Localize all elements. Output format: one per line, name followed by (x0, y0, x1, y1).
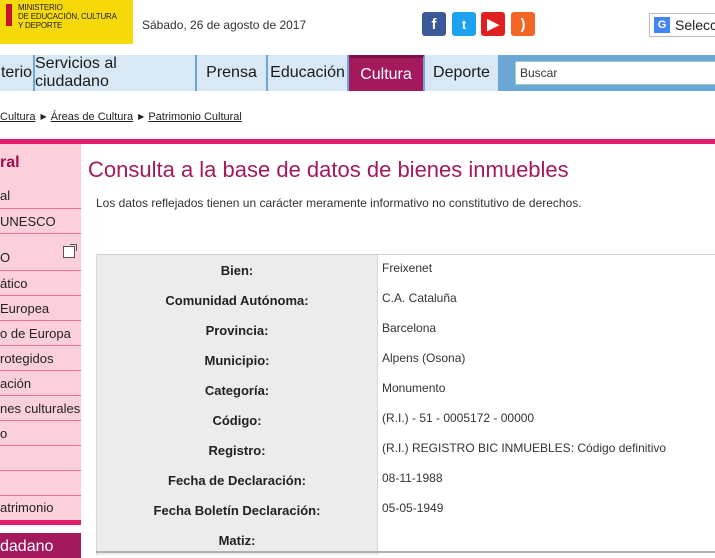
section-divider (0, 139, 715, 144)
table-row: Código: (R.I.) - 51 - 0005172 - 00000 (96, 405, 715, 435)
page-title: Consulta a la base de datos de bienes in… (88, 157, 569, 182)
rss-icon[interactable]: ) (511, 12, 535, 36)
row-label: Provincia: (96, 315, 377, 345)
sidebar-item[interactable]: nes culturales (0, 396, 81, 421)
facebook-icon[interactable]: f (422, 12, 446, 36)
row-value: Barcelona (377, 315, 715, 345)
twitter-icon[interactable]: t (452, 12, 476, 36)
nav-item-deporte[interactable]: Deporte (425, 55, 499, 91)
table-row: Categoría: Monumento (96, 375, 715, 405)
breadcrumb-cultura[interactable]: Cultura (0, 111, 35, 123)
translate-label: Selecc (675, 17, 715, 33)
external-link-icon (63, 244, 77, 258)
sidebar-item[interactable]: ación (0, 371, 81, 396)
logo-flag-stripe (6, 4, 12, 26)
sidebar-item[interactable]: rotegidos (0, 346, 81, 371)
row-label: Municipio: (96, 345, 377, 375)
sidebar-item[interactable]: o (0, 421, 81, 446)
table-row: Provincia: Barcelona (96, 315, 715, 345)
table-row: Fecha de Declaración: 08-11-1988 (96, 465, 715, 495)
table-row: Municipio: Alpens (Osona) (96, 345, 715, 375)
sidebar-divider (0, 520, 81, 525)
youtube-icon[interactable]: ▶ (481, 12, 505, 36)
breadcrumb-areas[interactable]: Áreas de Cultura (51, 111, 134, 123)
row-label: Fecha Boletín Declaración: (96, 495, 377, 525)
sidebar-item[interactable]: al (0, 183, 81, 209)
row-label: Fecha de Declaración: (96, 465, 377, 495)
row-label: Comunidad Autónoma: (96, 285, 377, 315)
table-row: Registro: (R.I.) REGISTRO BIC INMUEBLES:… (96, 435, 715, 465)
sidebar-item[interactable]: Europea (0, 296, 81, 321)
row-label: Categoría: (96, 375, 377, 405)
row-label: Registro: (96, 435, 377, 465)
sidebar-title: ral (0, 154, 20, 171)
google-translate-icon: G (654, 17, 670, 33)
table-row: Comunidad Autónoma: C.A. Cataluña (96, 285, 715, 315)
row-value: 08-11-1988 (377, 465, 715, 495)
nav-item-prensa[interactable]: Prensa (197, 55, 267, 91)
nav-item-servicios[interactable]: Servicios al ciudadano (35, 55, 196, 91)
disclaimer-text: Los datos reflejados tienen un carácter … (96, 196, 582, 210)
sidebar-item[interactable]: o de Europa (0, 321, 81, 346)
sidebar-item[interactable] (0, 446, 81, 471)
nav-item-educacion[interactable]: Educación (268, 55, 348, 91)
row-value: (R.I.) - 51 - 0005172 - 00000 (377, 405, 715, 435)
current-date: Sábado, 26 de agosto de 2017 (142, 18, 307, 32)
ministry-logo[interactable]: MINISTERIO DE EDUCACIÓN, CULTURA Y DEPOR… (0, 0, 133, 44)
sidebar-item[interactable]: ático (0, 271, 81, 296)
breadcrumb-patrimonio[interactable]: Patrimonio Cultural (148, 111, 242, 123)
row-value: C.A. Cataluña (377, 285, 715, 315)
nav-item-ministerio[interactable]: terio (0, 55, 34, 91)
nav-item-cultura[interactable]: Cultura (349, 55, 424, 91)
logo-text: MINISTERIO DE EDUCACIÓN, CULTURA Y DEPOR… (18, 3, 117, 30)
sidebar-item[interactable]: atrimonio (0, 496, 81, 520)
row-value: Alpens (Osona) (377, 345, 715, 375)
table-row: Bien: Freixenet (96, 255, 715, 285)
search-input[interactable]: Buscar (515, 61, 715, 85)
record-table: Bien: Freixenet Comunidad Autónoma: C.A.… (96, 254, 715, 555)
row-label: Código: (96, 405, 377, 435)
row-value: Monumento (377, 375, 715, 405)
row-value: (R.I.) REGISTRO BIC INMUEBLES: Código de… (377, 435, 715, 465)
breadcrumb-arrow-icon: ▶ (40, 112, 47, 121)
sidebar-ciudadano-block[interactable]: dadano (0, 533, 81, 558)
table-row: Fecha Boletín Declaración: 05-05-1949 (96, 495, 715, 525)
breadcrumb: Cultura ▶ Áreas de Cultura ▶ Patrimonio Cult… (0, 111, 242, 123)
table-bottom-border (96, 551, 715, 553)
row-value: 05-05-1949 (377, 495, 715, 525)
row-value: Freixenet (377, 255, 715, 285)
row-label: Bien: (96, 255, 377, 285)
google-translate-select[interactable]: G Selecc (649, 13, 715, 37)
sidebar-spacer (0, 471, 81, 496)
sidebar-item[interactable]: UNESCO (0, 209, 81, 234)
breadcrumb-arrow-icon: ▶ (138, 112, 145, 121)
